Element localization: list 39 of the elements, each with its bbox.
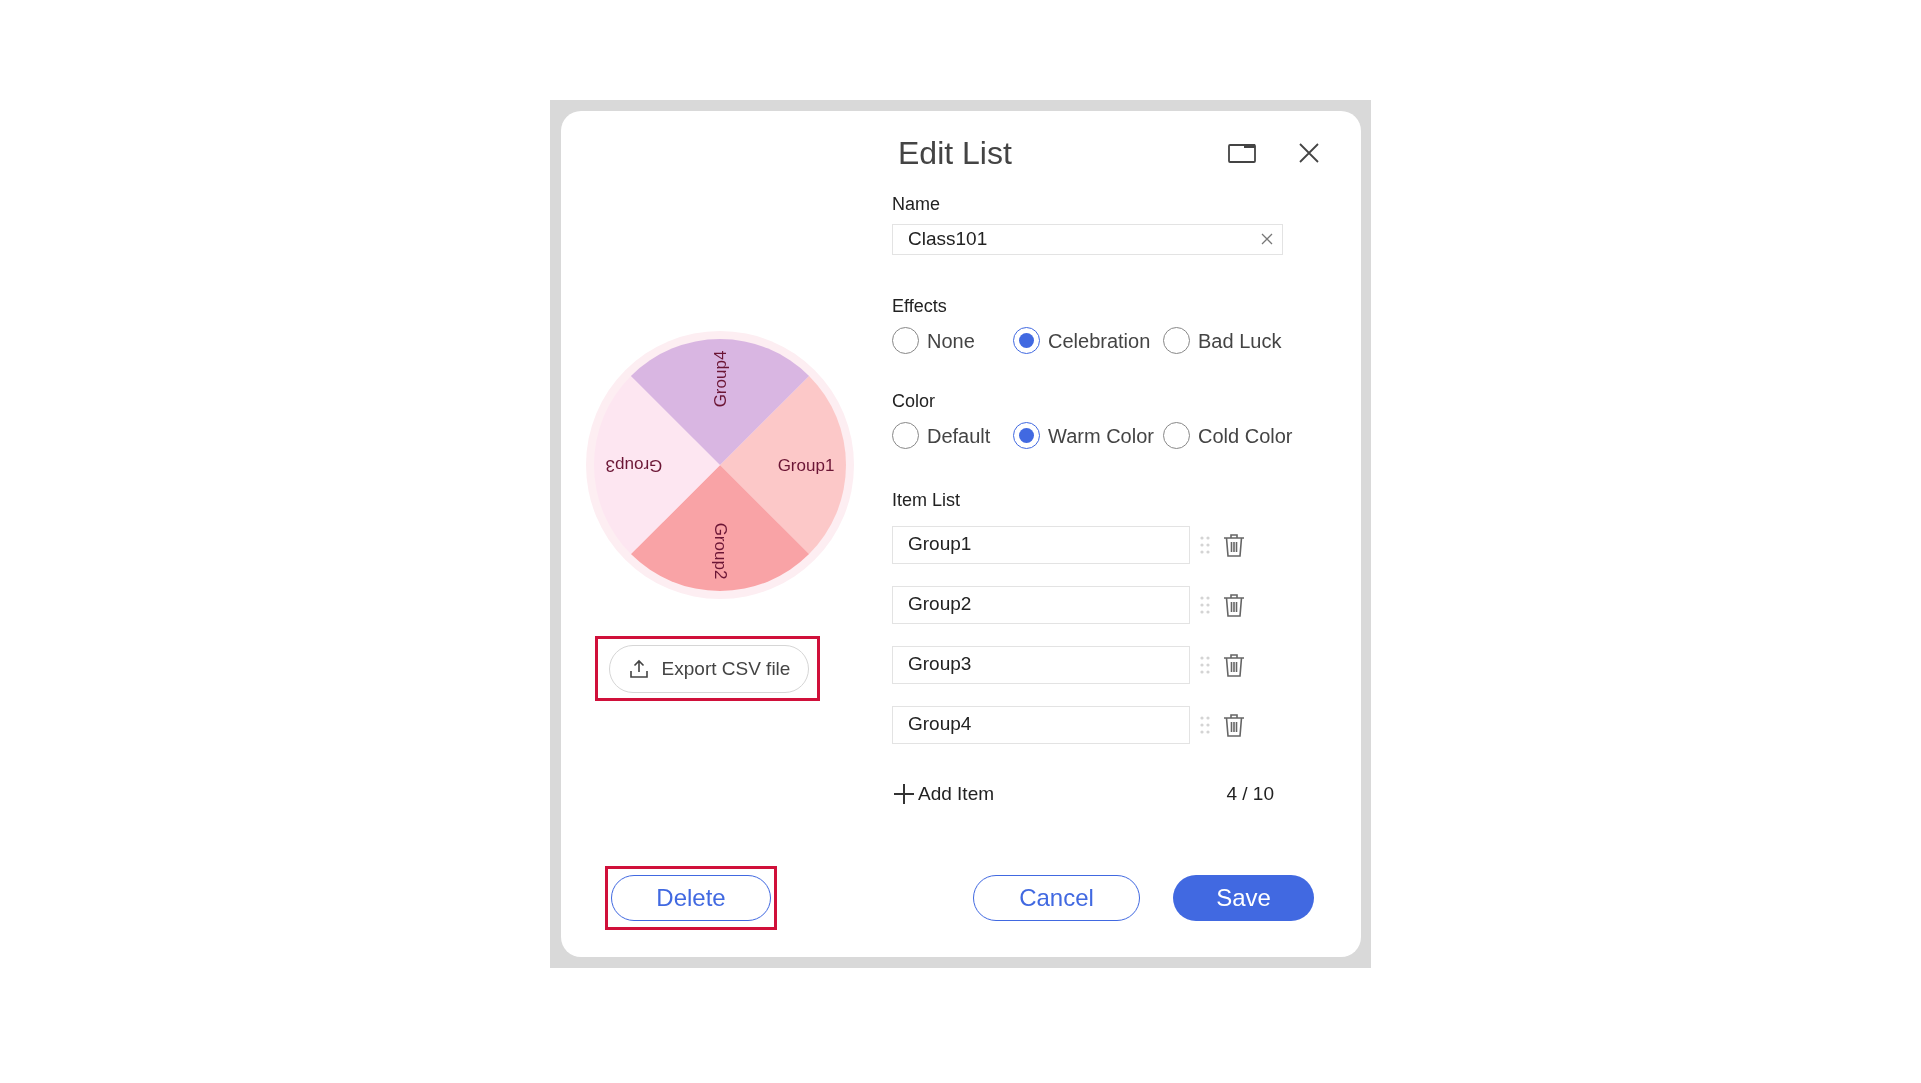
delete-icon[interactable] [1223, 532, 1245, 557]
radio-option[interactable]: None [892, 325, 1013, 356]
field-label: Name [892, 193, 941, 216]
radio-option[interactable]: Cold Color [1163, 420, 1321, 451]
item-field[interactable]: Group1 [892, 525, 1190, 564]
drag-handle-icon[interactable] [1200, 595, 1210, 614]
item-field[interactable]: Group2 [892, 585, 1190, 624]
dialog-title: Edit List [897, 134, 1013, 173]
name-field[interactable]: Class101 [892, 224, 1283, 255]
item-count: 4 / 10 [1226, 781, 1274, 806]
maximize-button[interactable] [1227, 141, 1257, 165]
close-button[interactable] [1297, 141, 1321, 165]
field-label: Color [892, 389, 936, 413]
wheel-label: Group1 [777, 455, 835, 475]
drag-handle-icon[interactable] [1200, 655, 1210, 674]
item-field[interactable]: Group3 [892, 645, 1190, 684]
delete-icon[interactable] [1223, 652, 1245, 677]
export-button[interactable]: Export CSV file [609, 645, 809, 693]
delete-button[interactable]: Delete [611, 875, 771, 921]
plus-icon [892, 781, 916, 806]
radio-option[interactable]: Default [892, 420, 1013, 451]
wheel-label: Group4 [710, 350, 730, 408]
save-button[interactable]: Save [1173, 875, 1314, 921]
drag-handle-icon[interactable] [1200, 715, 1210, 734]
radio-option[interactable]: Bad Luck [1163, 325, 1321, 356]
field-label: Effects [892, 294, 948, 318]
cancel-button[interactable]: Cancel [973, 875, 1140, 921]
wheel-label: Group2 [710, 522, 730, 580]
delete-icon[interactable] [1223, 592, 1245, 617]
field-label: Item List [892, 488, 962, 512]
drag-handle-icon[interactable] [1200, 535, 1210, 554]
clear-icon[interactable] [1260, 232, 1274, 247]
add-item-button[interactable]: Add Item [892, 779, 995, 808]
upload-icon [627, 658, 650, 680]
item-field[interactable]: Group4 [892, 705, 1190, 744]
radio-option[interactable]: Warm Color [1013, 420, 1163, 451]
delete-icon[interactable] [1223, 712, 1245, 737]
wheel-label: Group3 [605, 455, 663, 475]
radio-option[interactable]: Celebration [1013, 325, 1163, 356]
